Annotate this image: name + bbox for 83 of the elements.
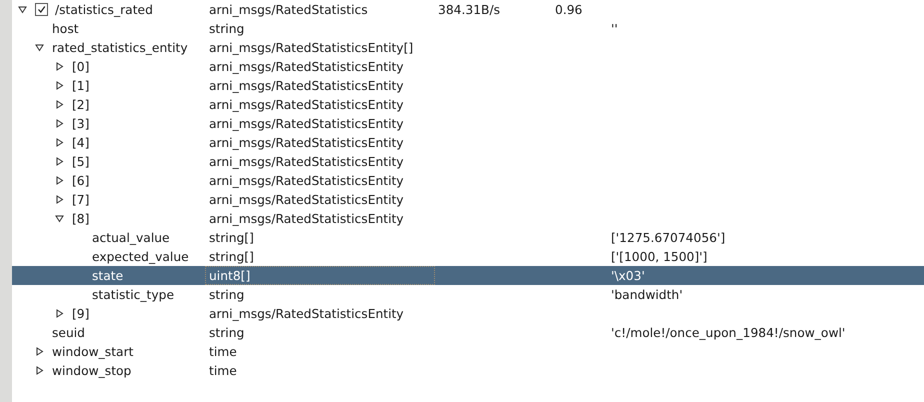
field-name: [0]: [72, 60, 90, 74]
tree-row[interactable]: [9] arni_msgs/RatedStatisticsEntity: [12, 304, 924, 323]
tree-row[interactable]: [6] arni_msgs/RatedStatisticsEntity: [12, 171, 924, 190]
field-type: arni_msgs/RatedStatisticsEntity[]: [209, 40, 414, 54]
field-name: [2]: [72, 98, 90, 112]
field-name: expected_value: [92, 250, 189, 264]
field-name: window_stop: [52, 364, 132, 378]
tree-row[interactable]: [7] arni_msgs/RatedStatisticsEntity: [12, 190, 924, 209]
expand-triangle-icon[interactable]: [55, 81, 64, 90]
expand-triangle-icon[interactable]: [55, 119, 64, 128]
field-type: time: [209, 344, 237, 358]
field-name: [4]: [72, 136, 90, 150]
expand-triangle-icon[interactable]: [35, 366, 44, 375]
tree-row[interactable]: expected_value string[] ['[1000, 1500]']: [12, 247, 924, 266]
tree-row[interactable]: seuid string 'c!/mole!/once_upon_1984!/snow_owl': [12, 323, 924, 342]
field-type: uint8[]: [209, 268, 250, 282]
field-type: arni_msgs/RatedStatisticsEntity: [209, 154, 404, 168]
field-name: [9]: [72, 306, 90, 320]
field-name: state: [92, 268, 124, 282]
field-name: [8]: [72, 212, 90, 226]
field-name: /statistics_rated: [55, 2, 153, 16]
tree-row[interactable]: [1] arni_msgs/RatedStatisticsEntity: [12, 76, 924, 95]
expand-triangle-icon[interactable]: [55, 138, 64, 147]
tree-row[interactable]: [8] arni_msgs/RatedStatisticsEntity: [12, 209, 924, 228]
field-type: string: [209, 326, 244, 340]
field-name: seuid: [52, 326, 85, 340]
field-type: string[]: [209, 230, 254, 244]
bandwidth-value: 384.31B/s: [438, 2, 500, 16]
tree-row[interactable]: window_start time: [12, 342, 924, 361]
field-type: arni_msgs/RatedStatisticsEntity: [209, 136, 404, 150]
field-name: [6]: [72, 174, 90, 188]
field-type: arni_msgs/RatedStatisticsEntity: [209, 98, 404, 112]
field-value: ['[1000, 1500]']: [611, 250, 708, 264]
tree-row[interactable]: [4] arni_msgs/RatedStatisticsEntity: [12, 133, 924, 152]
field-type: time: [209, 364, 237, 378]
field-value: ['1275.67074056']: [611, 230, 726, 244]
field-value: '': [611, 22, 618, 36]
tree-row[interactable]: host string '': [12, 19, 924, 38]
field-type: arni_msgs/RatedStatisticsEntity: [209, 212, 404, 226]
expand-triangle-icon[interactable]: [55, 195, 64, 204]
expand-triangle-icon[interactable]: [55, 157, 64, 166]
checkbox[interactable]: [35, 3, 48, 16]
field-type: string: [209, 22, 244, 36]
field-name: [1]: [72, 78, 90, 92]
field-name: [7]: [72, 192, 90, 206]
field-value: 'c!/mole!/once_upon_1984!/snow_owl': [611, 326, 846, 340]
field-type: arni_msgs/RatedStatisticsEntity: [209, 116, 404, 130]
field-name: actual_value: [92, 230, 170, 244]
collapse-triangle-icon[interactable]: [35, 43, 44, 52]
tree-row[interactable]: /statistics_rated arni_msgs/RatedStatistics 384.31B/s 0.96: [12, 0, 924, 19]
tree-row[interactable]: rated_statistics_entity arni_msgs/RatedStatisticsEntity[]: [12, 38, 924, 57]
field-value: '\x03': [611, 268, 645, 282]
field-type: arni_msgs/RatedStatistics: [209, 2, 368, 16]
field-name: window_start: [52, 344, 134, 358]
collapse-triangle-icon[interactable]: [55, 214, 64, 223]
expand-triangle-icon[interactable]: [55, 176, 64, 185]
collapse-triangle-icon[interactable]: [18, 5, 27, 14]
field-name: statistic_type: [92, 288, 174, 302]
field-name: host: [52, 22, 79, 36]
tree-row[interactable]: [3] arni_msgs/RatedStatisticsEntity: [12, 114, 924, 133]
frequency-value: 0.96: [555, 2, 582, 16]
expand-triangle-icon[interactable]: [55, 62, 64, 71]
tree-row[interactable]: actual_value string[] ['1275.67074056']: [12, 228, 924, 247]
tree-row[interactable]: [0] arni_msgs/RatedStatisticsEntity: [12, 57, 924, 76]
field-type: arni_msgs/RatedStatisticsEntity: [209, 174, 404, 188]
tree-row[interactable]: [5] arni_msgs/RatedStatisticsEntity: [12, 152, 924, 171]
tree-row[interactable]: state uint8[] '\x03': [12, 266, 924, 285]
field-type: arni_msgs/RatedStatisticsEntity: [209, 306, 404, 320]
field-name: [3]: [72, 116, 90, 130]
field-type: arni_msgs/RatedStatisticsEntity: [209, 78, 404, 92]
field-name: rated_statistics_entity: [52, 40, 188, 54]
field-value: 'bandwidth': [611, 288, 683, 302]
expand-triangle-icon[interactable]: [35, 347, 44, 356]
expand-triangle-icon[interactable]: [55, 100, 64, 109]
field-type: string[]: [209, 250, 254, 264]
expand-triangle-icon[interactable]: [55, 309, 64, 318]
tree-row[interactable]: window_stop time: [12, 361, 924, 380]
field-name: [5]: [72, 154, 90, 168]
tree-row[interactable]: statistic_type string 'bandwidth': [12, 285, 924, 304]
field-type: arni_msgs/RatedStatisticsEntity: [209, 60, 404, 74]
tree-row[interactable]: [2] arni_msgs/RatedStatisticsEntity: [12, 95, 924, 114]
field-type: string: [209, 288, 244, 302]
field-type: arni_msgs/RatedStatisticsEntity: [209, 192, 404, 206]
